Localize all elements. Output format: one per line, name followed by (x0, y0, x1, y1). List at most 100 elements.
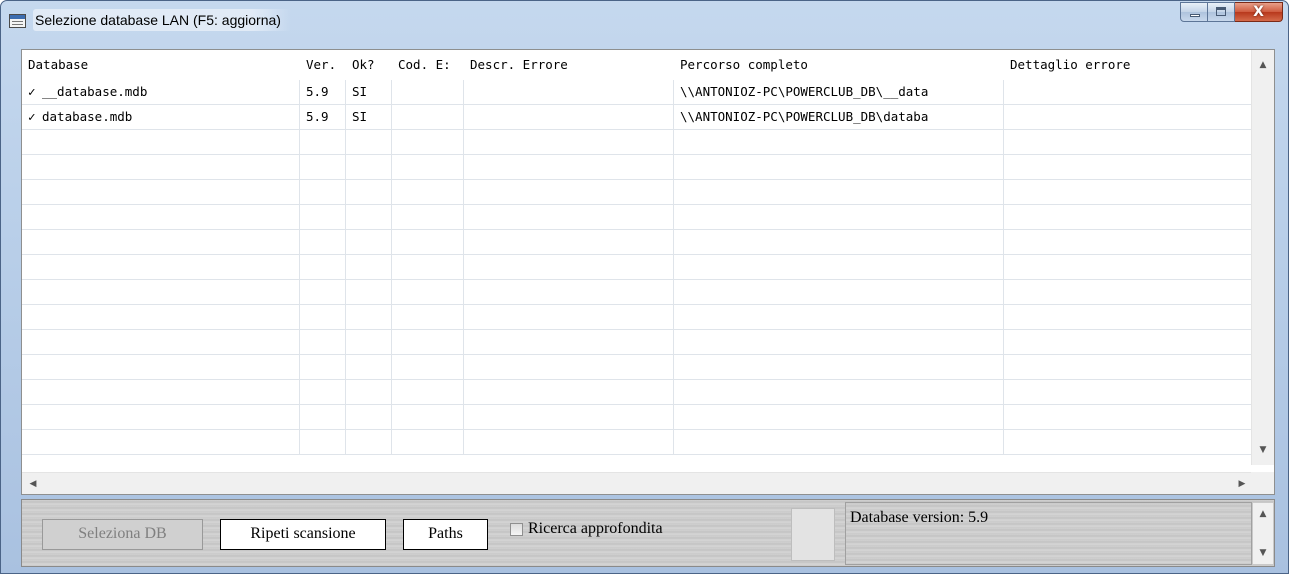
empty-cell[interactable] (346, 205, 392, 229)
table-row-empty[interactable] (22, 305, 1252, 330)
empty-cell[interactable] (674, 430, 1004, 454)
empty-cell[interactable] (346, 380, 392, 404)
empty-cell[interactable] (674, 330, 1004, 354)
horizontal-scrollbar[interactable]: ◀ ▶ (22, 472, 1253, 494)
empty-cell[interactable] (464, 380, 674, 404)
empty-cell[interactable] (346, 405, 392, 429)
empty-cell[interactable] (464, 205, 674, 229)
empty-cell[interactable] (392, 205, 464, 229)
empty-cell[interactable] (22, 380, 300, 404)
maximize-button[interactable] (1208, 2, 1235, 22)
empty-cell[interactable] (22, 180, 300, 204)
cell-ok[interactable]: SI (346, 105, 392, 129)
cell-cod-errore[interactable] (392, 105, 464, 129)
database-grid[interactable]: Database Ver. Ok? Cod. E: Descr. Errore … (21, 49, 1275, 495)
empty-cell[interactable] (674, 230, 1004, 254)
empty-cell[interactable] (300, 255, 346, 279)
empty-cell[interactable] (1004, 205, 1252, 229)
empty-cell[interactable] (674, 130, 1004, 154)
empty-cell[interactable] (300, 305, 346, 329)
empty-cell[interactable] (300, 130, 346, 154)
empty-cell[interactable] (22, 280, 300, 304)
empty-cell[interactable] (392, 255, 464, 279)
empty-cell[interactable] (1004, 255, 1252, 279)
empty-cell[interactable] (464, 330, 674, 354)
empty-cell[interactable] (674, 280, 1004, 304)
empty-cell[interactable] (674, 255, 1004, 279)
empty-cell[interactable] (300, 155, 346, 179)
minimize-button[interactable] (1180, 2, 1208, 22)
table-row-empty[interactable] (22, 330, 1252, 355)
empty-cell[interactable] (346, 155, 392, 179)
select-db-button[interactable]: Seleziona DB (42, 519, 203, 550)
empty-cell[interactable] (346, 130, 392, 154)
empty-cell[interactable] (300, 430, 346, 454)
table-row-empty[interactable] (22, 155, 1252, 180)
empty-cell[interactable] (674, 155, 1004, 179)
empty-cell[interactable] (300, 230, 346, 254)
column-header-ok[interactable]: Ok? (346, 50, 392, 80)
empty-cell[interactable] (392, 405, 464, 429)
empty-cell[interactable] (674, 180, 1004, 204)
empty-cell[interactable] (346, 330, 392, 354)
column-header-ver[interactable]: Ver. (300, 50, 346, 80)
empty-cell[interactable] (346, 305, 392, 329)
scroll-down-icon[interactable]: ▼ (1252, 439, 1274, 461)
empty-cell[interactable] (464, 355, 674, 379)
cell-descr-errore[interactable] (464, 80, 674, 104)
empty-cell[interactable] (300, 405, 346, 429)
empty-cell[interactable] (22, 355, 300, 379)
empty-cell[interactable] (22, 130, 300, 154)
empty-cell[interactable] (674, 205, 1004, 229)
empty-cell[interactable] (392, 155, 464, 179)
empty-cell[interactable] (22, 405, 300, 429)
cell-cod-errore[interactable] (392, 80, 464, 104)
column-header-cod-errore[interactable]: Cod. E: (392, 50, 464, 80)
empty-cell[interactable] (300, 380, 346, 404)
empty-cell[interactable] (22, 305, 300, 329)
table-row[interactable]: ✓ database.mdb 5.9 SI \\ANTONIOZ-PC\POWER… (22, 105, 1252, 130)
table-row-empty[interactable] (22, 205, 1252, 230)
vertical-scrollbar[interactable]: ▲ ▼ (1251, 50, 1274, 465)
empty-cell[interactable] (464, 405, 674, 429)
status-scroll-down-icon[interactable]: ▼ (1253, 544, 1273, 562)
empty-cell[interactable] (346, 180, 392, 204)
deep-search-checkbox[interactable] (510, 522, 523, 536)
empty-cell[interactable] (300, 355, 346, 379)
empty-cell[interactable] (346, 230, 392, 254)
empty-cell[interactable] (1004, 355, 1252, 379)
table-row-empty[interactable] (22, 405, 1252, 430)
empty-cell[interactable] (674, 355, 1004, 379)
empty-cell[interactable] (392, 355, 464, 379)
empty-cell[interactable] (392, 230, 464, 254)
column-header-descr-errore[interactable]: Descr. Errore (464, 50, 674, 80)
table-row-empty[interactable] (22, 280, 1252, 305)
cell-ok[interactable]: SI (346, 80, 392, 104)
empty-cell[interactable] (22, 330, 300, 354)
empty-cell[interactable] (346, 430, 392, 454)
empty-cell[interactable] (392, 330, 464, 354)
empty-cell[interactable] (392, 130, 464, 154)
status-scrollbar[interactable]: ▲ ▼ (1252, 502, 1274, 565)
empty-cell[interactable] (674, 405, 1004, 429)
empty-cell[interactable] (346, 255, 392, 279)
cell-dettaglio[interactable] (1004, 105, 1252, 129)
table-row-empty[interactable] (22, 380, 1252, 405)
empty-cell[interactable] (300, 180, 346, 204)
empty-cell[interactable] (1004, 155, 1252, 179)
cell-ver[interactable]: 5.9 (300, 105, 346, 129)
empty-cell[interactable] (22, 205, 300, 229)
status-scroll-up-icon[interactable]: ▲ (1253, 505, 1273, 523)
empty-cell[interactable] (1004, 380, 1252, 404)
empty-cell[interactable] (392, 180, 464, 204)
empty-cell[interactable] (300, 280, 346, 304)
table-row-empty[interactable] (22, 255, 1252, 280)
title-bar[interactable]: Selezione database LAN (F5: aggiorna) X (1, 1, 1288, 39)
cell-percorso[interactable]: \\ANTONIOZ-PC\POWERCLUB_DB\databa (674, 105, 1004, 129)
empty-cell[interactable] (464, 305, 674, 329)
empty-cell[interactable] (1004, 230, 1252, 254)
empty-cell[interactable] (392, 305, 464, 329)
empty-cell[interactable] (1004, 130, 1252, 154)
column-header-database[interactable]: Database (22, 50, 300, 80)
scroll-left-icon[interactable]: ◀ (22, 473, 44, 494)
